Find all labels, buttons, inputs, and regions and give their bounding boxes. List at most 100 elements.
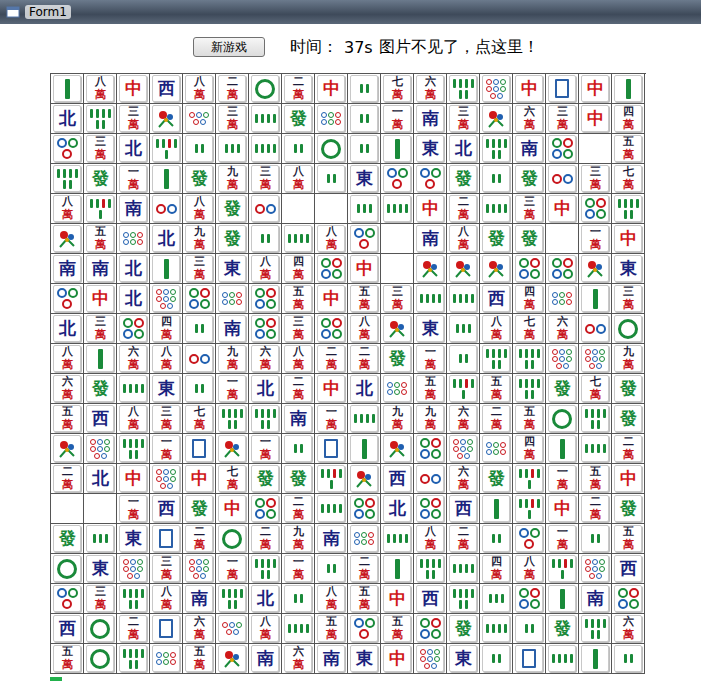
tile[interactable]: 五萬: [383, 615, 411, 642]
tile[interactable]: [185, 345, 213, 372]
board-cell[interactable]: 七萬: [579, 374, 612, 404]
board-cell[interactable]: [513, 344, 546, 374]
tile[interactable]: [482, 615, 510, 642]
board-cell[interactable]: [216, 614, 249, 644]
board-cell[interactable]: 發: [183, 164, 216, 194]
board-cell[interactable]: [348, 104, 381, 134]
tile[interactable]: 南: [53, 255, 81, 282]
board-cell[interactable]: [447, 374, 480, 404]
board-cell[interactable]: 六萬: [249, 344, 282, 374]
board-cell[interactable]: [150, 524, 183, 554]
tile[interactable]: 一萬: [548, 465, 576, 492]
tile[interactable]: 六萬: [185, 615, 213, 642]
board-cell[interactable]: 三萬: [447, 104, 480, 134]
board-cell[interactable]: 二萬: [51, 464, 84, 494]
board-cell[interactable]: 北: [348, 374, 381, 404]
tile[interactable]: [350, 105, 378, 132]
tile[interactable]: [53, 435, 81, 462]
tile[interactable]: [218, 645, 246, 672]
tile[interactable]: 西: [53, 615, 81, 642]
tile[interactable]: 發: [284, 465, 312, 492]
tile[interactable]: 八萬: [317, 585, 345, 612]
tile[interactable]: [350, 495, 378, 522]
board-cell[interactable]: [381, 524, 414, 554]
tile[interactable]: 中: [416, 195, 444, 222]
board-cell[interactable]: 東: [447, 644, 480, 674]
tile[interactable]: [383, 525, 411, 552]
tile[interactable]: 北: [152, 225, 180, 252]
board-cell[interactable]: 三萬: [84, 134, 117, 164]
tile[interactable]: [383, 435, 411, 462]
board-cell[interactable]: [513, 644, 546, 674]
tile[interactable]: 北: [383, 495, 411, 522]
board-cell[interactable]: [480, 104, 513, 134]
tile[interactable]: 六萬: [416, 75, 444, 102]
board-cell[interactable]: [381, 374, 414, 404]
tile[interactable]: 發: [86, 375, 114, 402]
board-cell[interactable]: 五萬: [51, 404, 84, 434]
tile[interactable]: 中: [614, 225, 642, 252]
tile[interactable]: 西: [383, 465, 411, 492]
tile[interactable]: 中: [614, 465, 642, 492]
tile[interactable]: 六萬: [119, 345, 147, 372]
board-cell[interactable]: 二萬: [216, 74, 249, 104]
tile[interactable]: 八萬: [185, 195, 213, 222]
board-cell[interactable]: 六萬: [183, 614, 216, 644]
board-cell[interactable]: 三萬: [612, 284, 645, 314]
board-cell[interactable]: 發: [216, 194, 249, 224]
board-cell[interactable]: 五萬: [282, 284, 315, 314]
tile[interactable]: 七萬: [383, 75, 411, 102]
board-cell[interactable]: [579, 314, 612, 344]
board-cell[interactable]: 西: [480, 284, 513, 314]
board-cell[interactable]: [51, 74, 84, 104]
tile[interactable]: 中: [581, 75, 609, 102]
board-cell[interactable]: 四萬: [282, 254, 315, 284]
board-cell[interactable]: [150, 464, 183, 494]
board-cell[interactable]: [183, 134, 216, 164]
tile[interactable]: [383, 375, 411, 402]
board-cell[interactable]: 發: [612, 494, 645, 524]
tile[interactable]: 發: [515, 225, 543, 252]
board-cell[interactable]: 九萬: [282, 524, 315, 554]
tile[interactable]: [515, 375, 543, 402]
board-cell[interactable]: [84, 644, 117, 674]
board-cell[interactable]: [480, 494, 513, 524]
board-cell[interactable]: 五萬: [51, 644, 84, 674]
tile[interactable]: 中: [317, 375, 345, 402]
tile[interactable]: [53, 135, 81, 162]
tile[interactable]: [185, 135, 213, 162]
board-cell[interactable]: [249, 314, 282, 344]
tile[interactable]: [416, 465, 444, 492]
tile[interactable]: 發: [251, 465, 279, 492]
board-cell[interactable]: [117, 434, 150, 464]
tile[interactable]: 東: [416, 135, 444, 162]
tile[interactable]: [152, 645, 180, 672]
board-cell[interactable]: [282, 224, 315, 254]
board-cell[interactable]: [546, 584, 579, 614]
board-cell[interactable]: 南: [315, 644, 348, 674]
tile[interactable]: 三萬: [119, 105, 147, 132]
board-cell[interactable]: 二萬: [348, 344, 381, 374]
tile[interactable]: [218, 615, 246, 642]
tile[interactable]: [449, 285, 477, 312]
tile[interactable]: 二萬: [251, 525, 279, 552]
tile[interactable]: 三萬: [185, 255, 213, 282]
board-cell[interactable]: 三萬: [381, 284, 414, 314]
tile[interactable]: [185, 375, 213, 402]
board-cell[interactable]: 東: [612, 254, 645, 284]
board-cell[interactable]: 發: [381, 344, 414, 374]
tile[interactable]: 北: [251, 585, 279, 612]
tile[interactable]: 西: [449, 495, 477, 522]
board-cell[interactable]: [216, 644, 249, 674]
tile[interactable]: 東: [416, 315, 444, 342]
board-cell[interactable]: 八萬: [51, 344, 84, 374]
board-cell[interactable]: 一萬: [579, 224, 612, 254]
tile[interactable]: 北: [53, 315, 81, 342]
tile[interactable]: [614, 585, 642, 612]
board-cell[interactable]: [546, 554, 579, 584]
board-cell[interactable]: [414, 494, 447, 524]
tile[interactable]: [416, 165, 444, 192]
tile[interactable]: 東: [119, 525, 147, 552]
board-cell[interactable]: 中: [84, 284, 117, 314]
board-cell[interactable]: [315, 194, 348, 224]
